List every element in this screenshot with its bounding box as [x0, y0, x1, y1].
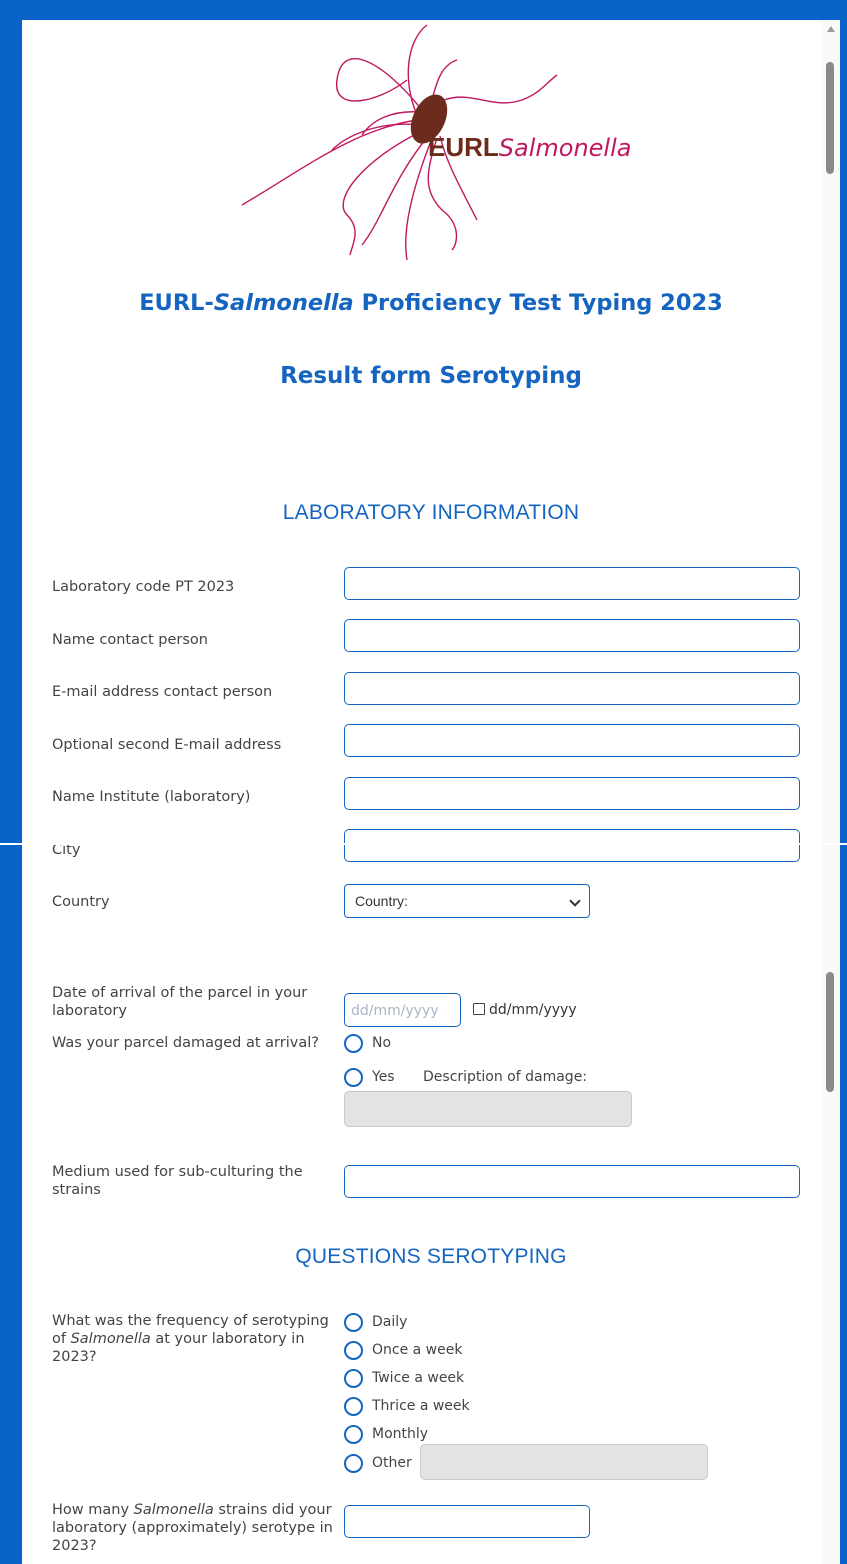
country-select[interactable]: Country: — [344, 884, 590, 918]
scrollbar-thumb-upper[interactable] — [826, 62, 834, 174]
scroll-up-arrow-icon[interactable] — [827, 26, 835, 32]
section-heading-laboratory: LABORATORY INFORMATION — [282, 501, 580, 524]
frequency-other-radio[interactable] — [344, 1454, 363, 1473]
section-heading-questions: QUESTIONS SEROTYPING — [295, 1245, 567, 1268]
frequency-twice-a-week-label: Twice a week — [372, 1370, 465, 1386]
window-frame-top — [0, 0, 847, 20]
second-email-input[interactable] — [344, 724, 800, 757]
frequency-thrice-a-week-label: Thrice a week — [372, 1398, 470, 1414]
contact-name-input[interactable] — [344, 619, 800, 652]
strains-count-label: How many Salmonella strains did your lab… — [52, 1502, 333, 1554]
lab-code-input[interactable] — [344, 567, 800, 600]
damaged-no-radio[interactable] — [344, 1034, 363, 1053]
strains-count-input[interactable] — [344, 1505, 590, 1538]
form-page: EURLSalmonella EURL-Salmonella Proficien… — [22, 20, 840, 1564]
medium-input[interactable] — [344, 1165, 800, 1198]
frequency-once-a-week-radio[interactable] — [344, 1341, 363, 1360]
frequency-other-input[interactable] — [420, 1444, 708, 1480]
calendar-icon[interactable] — [473, 1003, 485, 1015]
frequency-once-a-week-label: Once a week — [372, 1342, 463, 1358]
country-label: Country — [52, 894, 110, 910]
damaged-no-label: No — [372, 1035, 392, 1051]
frequency-monthly-radio[interactable] — [344, 1425, 363, 1444]
frequency-monthly-label: Monthly — [372, 1426, 429, 1442]
city-input[interactable] — [344, 829, 800, 862]
scrollbar[interactable] — [822, 20, 840, 1564]
scrollbar-thumb-lower[interactable] — [826, 972, 834, 1092]
lab-code-label: Laboratory code PT 2023 — [52, 579, 235, 595]
medium-label: Medium used for sub-culturing the strain… — [52, 1164, 303, 1198]
page-title: EURL-Salmonella Proficiency Test Typing … — [139, 290, 723, 316]
arrival-date-input[interactable]: dd/mm/yyyy — [344, 993, 461, 1027]
eurl-salmonella-logo: EURLSalmonella — [232, 20, 652, 280]
institute-input[interactable] — [344, 777, 800, 810]
institute-label: Name Institute (laboratory) — [52, 789, 251, 805]
frequency-other-label: Other — [372, 1455, 412, 1471]
logo-text-bold: EURL — [428, 132, 499, 162]
frequency-daily-radio[interactable] — [344, 1313, 363, 1332]
frequency-thrice-a-week-radio[interactable] — [344, 1397, 363, 1416]
frequency-twice-a-week-radio[interactable] — [344, 1369, 363, 1388]
damage-description-label: Description of damage: — [423, 1069, 588, 1085]
logo-wordmark: EURLSalmonella — [428, 132, 631, 163]
damage-description-input[interactable] — [344, 1091, 632, 1127]
damaged-label: Was your parcel damaged at arrival? — [52, 1035, 319, 1051]
arrival-date-label: Date of arrival of the parcel in your la… — [52, 985, 308, 1019]
arrival-date-display: dd/mm/yyyy — [489, 1002, 577, 1018]
contact-email-label: E-mail address contact person — [52, 684, 273, 700]
damaged-yes-radio[interactable] — [344, 1068, 363, 1087]
page-subtitle: Result form Serotyping — [280, 363, 582, 389]
frequency-daily-label: Daily — [372, 1314, 408, 1330]
contact-name-label: Name contact person — [52, 632, 208, 648]
logo-text-italic: Salmonella — [498, 134, 632, 162]
frequency-label: What was the frequency of serotyping of … — [52, 1313, 329, 1365]
contact-email-input[interactable] — [344, 672, 800, 705]
country-select-value: Country: — [355, 893, 408, 909]
second-email-label: Optional second E-mail address — [52, 737, 282, 753]
screenshot-seam — [0, 843, 847, 845]
damaged-yes-label: Yes — [372, 1069, 395, 1085]
chevron-down-icon — [569, 895, 581, 907]
